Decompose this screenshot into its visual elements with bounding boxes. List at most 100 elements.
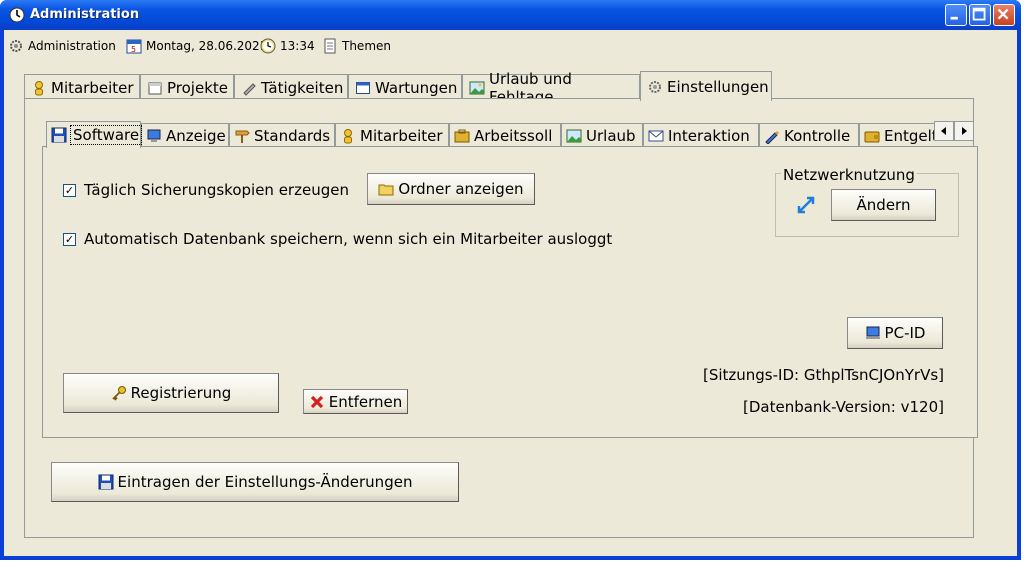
remove-button[interactable]: Entfernen: [303, 389, 408, 414]
arrow-left-icon: [941, 127, 946, 135]
register-button[interactable]: Registrierung: [63, 373, 279, 413]
tab-urlaub[interactable]: Urlaub: [561, 123, 643, 148]
maximize-button[interactable]: [969, 4, 991, 26]
tab-interaktion[interactable]: Interaktion: [643, 123, 759, 148]
show-folder-label: Ordner anzeigen: [398, 180, 524, 198]
maximize-icon: [972, 7, 986, 21]
tab-label: Software: [69, 125, 143, 145]
tab-label: Arbeitssoll: [474, 127, 553, 145]
tab-mitarbeiter-settings[interactable]: Mitarbeiter: [335, 123, 449, 148]
autosave-label: Automatisch Datenbank speichern, wenn si…: [84, 230, 613, 248]
tab-scroll-right-button[interactable]: [954, 121, 974, 141]
landscape-icon: [566, 129, 582, 143]
minimize-button[interactable]: [945, 4, 967, 26]
resize-arrows-icon: [797, 196, 815, 214]
network-group-label: Netzwerknutzung: [781, 166, 917, 184]
tab-label: Kontrolle: [784, 127, 851, 145]
monitor-icon: [147, 129, 161, 142]
tab-arbeitssoll[interactable]: Arbeitssoll: [449, 123, 561, 148]
person-icon: [35, 80, 43, 95]
tab-standards[interactable]: Standards: [229, 123, 335, 148]
tab-label: Interaktion: [668, 127, 750, 145]
tab-entgelt[interactable]: Entgelt: [859, 123, 934, 148]
svg-text:5: 5: [131, 45, 136, 54]
autosave-row: ✓ Automatisch Datenbank speichern, wenn …: [63, 230, 612, 248]
tab-taetigkeiten[interactable]: Tätigkeiten: [234, 74, 348, 100]
landscape-icon: [469, 81, 485, 94]
tab-software[interactable]: Software: [46, 121, 143, 148]
calendar-icon: 5: [126, 39, 142, 54]
status-time[interactable]: 13:34: [260, 38, 315, 54]
gear-icon: [649, 80, 661, 93]
tab-label: Standards: [254, 127, 331, 145]
key-icon: [112, 386, 126, 401]
change-network-label: Ändern: [856, 196, 911, 214]
tab-projekte[interactable]: Projekte: [140, 74, 234, 100]
floppy-icon: [51, 127, 67, 143]
pencil-icon: [243, 82, 256, 96]
computer-icon: [865, 326, 880, 339]
change-network-button[interactable]: Ändern: [831, 189, 936, 221]
status-date[interactable]: 5 Montag, 28.06.2021: [126, 38, 267, 54]
projects-icon: [148, 82, 162, 94]
tab-label: Mitarbeiter: [360, 127, 443, 145]
minimize-icon: [950, 16, 958, 20]
tab-label: Urlaub: [586, 127, 636, 145]
signpost-icon: [235, 130, 250, 143]
db-version-text: [Datenbank-Version: v120]: [743, 398, 944, 416]
tab-einstellungen[interactable]: Einstellungen: [640, 71, 772, 101]
floppy-icon: [98, 474, 114, 490]
arrow-right-icon: [962, 127, 967, 135]
close-icon: [997, 8, 1009, 20]
tab-label: Entgelt: [884, 127, 934, 145]
close-button[interactable]: [993, 4, 1015, 26]
person-icon: [344, 129, 352, 144]
status-user[interactable]: Administration: [8, 38, 116, 54]
status-themes-label: Themen: [342, 39, 391, 53]
delete-x-icon: [310, 395, 323, 408]
backup-checkbox[interactable]: ✓: [63, 183, 76, 197]
save-settings-button[interactable]: Eintragen der Einstellungs-Änderungen: [51, 462, 459, 502]
tab-urlaub-fehltage[interactable]: Urlaub und Fehltage: [462, 70, 640, 106]
session-id-text: [Sitzungs-ID: GthplTsnCJOnYrVs]: [702, 366, 944, 384]
clock-icon: [9, 7, 25, 23]
backup-row: ✓ Täglich Sicherungskopien erzeugen: [63, 181, 349, 199]
save-settings-label: Eintragen der Einstellungs-Änderungen: [117, 473, 413, 491]
tab-label: Anzeige: [166, 127, 226, 145]
pc-id-label: PC-ID: [884, 324, 926, 342]
document-icon: [324, 38, 336, 54]
gear-icon: [10, 40, 22, 52]
envelope-icon: [648, 130, 664, 142]
tab-label: Projekte: [167, 78, 228, 97]
status-date-label: Montag, 28.06.2021: [146, 39, 268, 53]
pc-id-button[interactable]: PC-ID: [847, 317, 943, 349]
folder-icon: [378, 184, 394, 196]
tab-kontrolle[interactable]: Kontrolle: [759, 123, 859, 148]
wallet-icon: [864, 131, 880, 143]
tab-label: Wartungen: [375, 78, 458, 97]
show-folder-button[interactable]: Ordner anzeigen: [367, 173, 535, 205]
window-icon: [356, 81, 370, 94]
tab-wartungen[interactable]: Wartungen: [348, 74, 462, 100]
tab-label: Mitarbeiter: [51, 78, 134, 97]
inner-tab-bar: Software Anzeige Standards Mitarbeiter A…: [46, 121, 934, 148]
tab-mitarbeiter[interactable]: Mitarbeiter: [24, 74, 140, 100]
tab-label: Tätigkeiten: [261, 78, 344, 97]
tab-scroll-arrows: [934, 121, 974, 141]
autosave-checkbox[interactable]: ✓: [63, 232, 76, 246]
tab-label: Einstellungen: [667, 77, 769, 96]
status-user-label: Administration: [28, 39, 116, 53]
status-themes[interactable]: Themen: [322, 38, 391, 54]
register-label: Registrierung: [130, 384, 232, 402]
pen-icon: [765, 131, 779, 144]
title-bar[interactable]: Administration: [0, 0, 1021, 30]
status-row: Administration 5 Montag, 28.06.2021 13:3…: [4, 36, 1017, 58]
tab-anzeige[interactable]: Anzeige: [141, 123, 229, 148]
window-title: Administration: [30, 7, 140, 22]
briefcase-icon: [454, 129, 470, 143]
backup-label: Täglich Sicherungskopien erzeugen: [84, 181, 349, 199]
remove-label: Entfernen: [328, 392, 403, 411]
tab-scroll-left-button[interactable]: [934, 121, 954, 141]
clock-icon: [260, 38, 276, 54]
status-time-label: 13:34: [280, 39, 315, 53]
